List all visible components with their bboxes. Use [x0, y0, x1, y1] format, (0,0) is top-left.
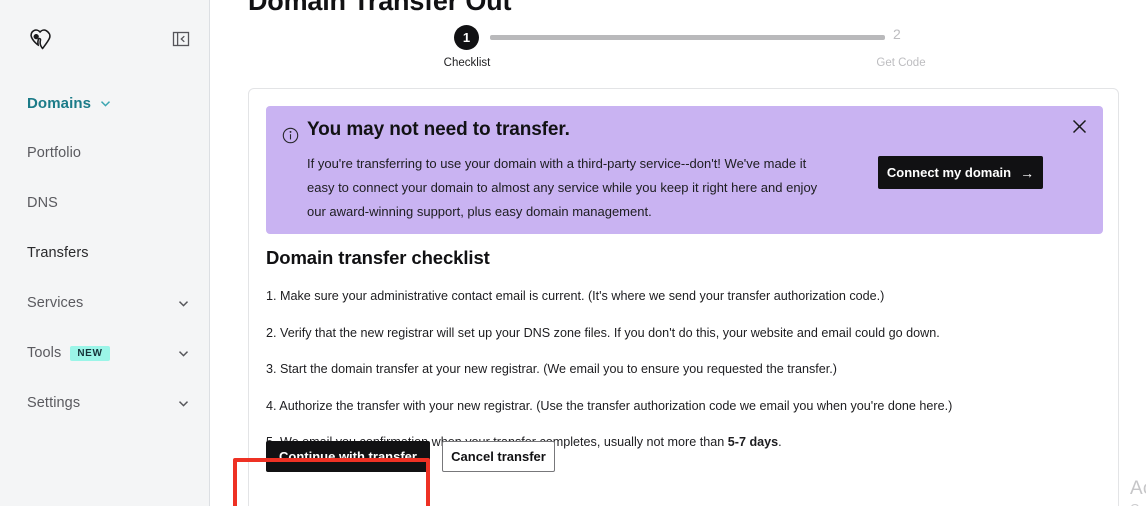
- collapse-sidebar-icon[interactable]: [172, 30, 190, 48]
- arrow-right-icon: →: [1020, 164, 1035, 181]
- list-item-text: 2. Verify that the new registrar will se…: [266, 325, 940, 340]
- list-item: 1. Make sure your administrative contact…: [266, 289, 1096, 303]
- watermark-line-2: Go to Settings to activate Windows.: [1130, 500, 1146, 506]
- sidebar-item-label: DNS: [27, 195, 58, 211]
- close-icon[interactable]: [1070, 117, 1089, 136]
- checklist-title: Domain transfer checklist: [266, 247, 490, 268]
- chevron-down-icon: [177, 397, 190, 410]
- sidebar-item-dns[interactable]: DNS: [0, 178, 210, 228]
- connect-my-domain-label: Connect my domain: [886, 165, 1012, 180]
- list-item-text: 4. Authorize the transfer with your new …: [266, 398, 953, 413]
- sidebar: Domains Portfolio DNS Transfers Services: [0, 0, 210, 506]
- continue-with-transfer-button[interactable]: Continue with transfer: [266, 441, 430, 472]
- sidebar-item-services[interactable]: Services: [0, 278, 210, 328]
- windows-activation-watermark: Activate Windows Go to Settings to activ…: [1130, 478, 1146, 506]
- sidebar-brand-row: [0, 22, 210, 58]
- list-item-text: 1. Make sure your administrative contact…: [266, 289, 885, 303]
- connect-my-domain-button[interactable]: Connect my domain →: [878, 156, 1043, 189]
- chevron-down-icon: [99, 97, 112, 110]
- sidebar-nav: Domains Portfolio DNS Transfers Services: [0, 78, 210, 428]
- sidebar-item-label: Domains: [27, 94, 92, 112]
- app-root: Domains Portfolio DNS Transfers Services: [0, 0, 1146, 506]
- list-item-text: 3. Start the domain transfer at your new…: [266, 362, 837, 376]
- step-2-label: Get Code: [876, 57, 926, 69]
- sidebar-item-label: Transfers: [27, 245, 89, 261]
- watermark-line-1: Activate Windows: [1130, 478, 1146, 499]
- banner-title: You may not need to transfer.: [307, 119, 570, 140]
- action-buttons: Continue with transfer Cancel transfer: [266, 441, 555, 472]
- chevron-down-icon: [177, 347, 190, 360]
- page-title: Domain Transfer Out: [248, 0, 512, 16]
- main-content: Domain Transfer Out 1 2 Checklist Get Co…: [211, 0, 1146, 506]
- promo-banner: You may not need to transfer. If you're …: [266, 106, 1103, 234]
- step-2-indicator[interactable]: 2: [893, 26, 901, 42]
- progress-stepper: 1 2 Checklist Get Code: [211, 25, 1146, 75]
- sidebar-item-label: Settings: [27, 395, 81, 411]
- sidebar-item-settings[interactable]: Settings: [0, 378, 210, 428]
- list-item: 3. Start the domain transfer at your new…: [266, 362, 1096, 376]
- cancel-transfer-button[interactable]: Cancel transfer: [442, 441, 555, 472]
- godaddy-logo-icon[interactable]: [27, 26, 55, 54]
- info-icon: [282, 127, 299, 144]
- list-item-emphasis: 5-7 days: [727, 435, 779, 449]
- step-1-indicator[interactable]: 1: [454, 25, 479, 50]
- list-item: 2. Verify that the new registrar will se…: [266, 326, 1096, 340]
- step-1-label: Checklist: [443, 57, 491, 69]
- transfer-card: You may not need to transfer. If you're …: [248, 88, 1119, 506]
- sidebar-item-tools[interactable]: Tools NEW: [0, 328, 210, 378]
- new-badge: NEW: [70, 345, 110, 361]
- sidebar-item-label: Services: [27, 295, 84, 311]
- sidebar-item-portfolio[interactable]: Portfolio: [0, 128, 210, 178]
- list-item-text-tail: .: [778, 435, 782, 449]
- banner-body: If you're transferring to use your domai…: [307, 156, 818, 219]
- sidebar-item-label: Tools: [27, 345, 62, 361]
- stepper-connector-line: [490, 35, 885, 40]
- chevron-down-icon: [177, 297, 190, 310]
- list-item: 4. Authorize the transfer with your new …: [266, 399, 1096, 413]
- sidebar-item-label: Portfolio: [27, 145, 82, 161]
- sidebar-item-transfers[interactable]: Transfers: [0, 228, 210, 278]
- sidebar-item-domains[interactable]: Domains: [0, 78, 210, 128]
